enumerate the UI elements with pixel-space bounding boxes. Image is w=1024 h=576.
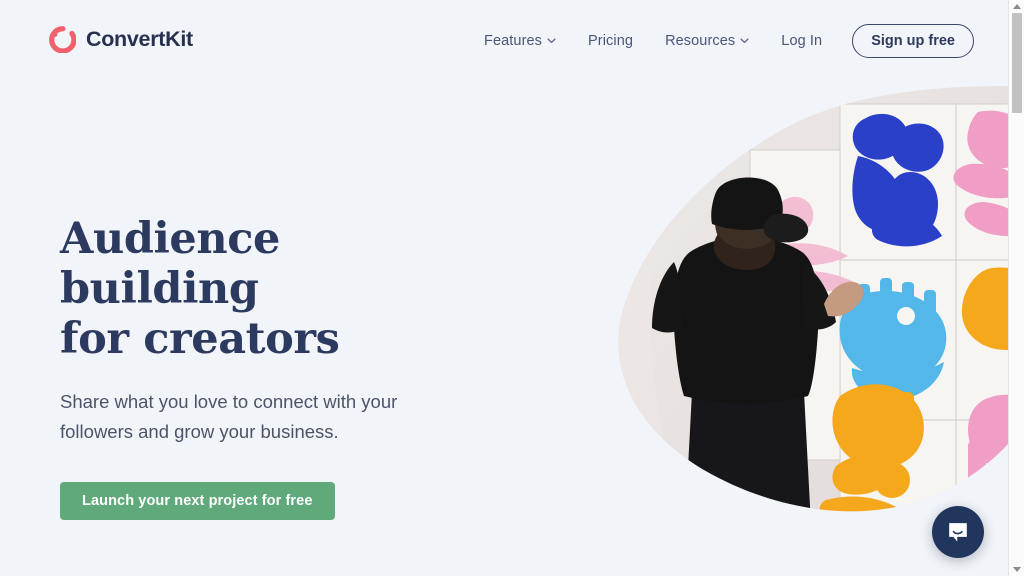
hero-image-blob-mask (618, 86, 1008, 512)
nav-item-resources[interactable]: Resources (649, 25, 765, 57)
page-scrollbar[interactable] (1008, 0, 1024, 576)
scroll-down-arrow-icon[interactable] (1009, 563, 1024, 576)
hero-image (540, 0, 1008, 576)
brand-name: ConvertKit (86, 26, 193, 51)
page-title: Audience building for creators (60, 214, 490, 365)
headline-line-1: Audience building (60, 214, 280, 314)
main-navigation: Features Pricing Resources Log In Sign u… (468, 24, 974, 58)
chevron-down-icon (547, 38, 556, 44)
scroll-up-arrow-icon[interactable] (1009, 0, 1024, 13)
chat-bubble-icon (949, 523, 967, 542)
brand-logo-link[interactable]: ConvertKit (49, 26, 193, 53)
nav-label: Pricing (588, 33, 634, 49)
nav-label: Features (484, 33, 543, 49)
chat-launcher-button[interactable] (932, 506, 984, 558)
nav-label: Resources (665, 33, 736, 49)
nav-item-features[interactable]: Features (468, 25, 572, 57)
nav-item-pricing[interactable]: Pricing (572, 25, 649, 57)
convertkit-ring-logo-icon (49, 26, 76, 53)
chevron-down-icon (740, 38, 749, 44)
hero-subheadline: Share what you love to connect with your… (60, 390, 398, 442)
headline-line-2: for creators (60, 313, 340, 364)
hero-content: Audience building for creators Share wha… (60, 214, 490, 520)
site-header: ConvertKit Features Pricing Resources Lo… (0, 0, 1008, 82)
scrollbar-thumb[interactable] (1011, 13, 1022, 113)
nav-item-log-in[interactable]: Log In (765, 25, 838, 57)
sign-up-free-button[interactable]: Sign up free (852, 24, 974, 58)
nav-label: Log In (781, 33, 823, 49)
browser-page: ConvertKit Features Pricing Resources Lo… (0, 0, 1024, 576)
launch-project-cta-button[interactable]: Launch your next project for free (60, 481, 335, 520)
page-viewport: ConvertKit Features Pricing Resources Lo… (0, 0, 1008, 576)
